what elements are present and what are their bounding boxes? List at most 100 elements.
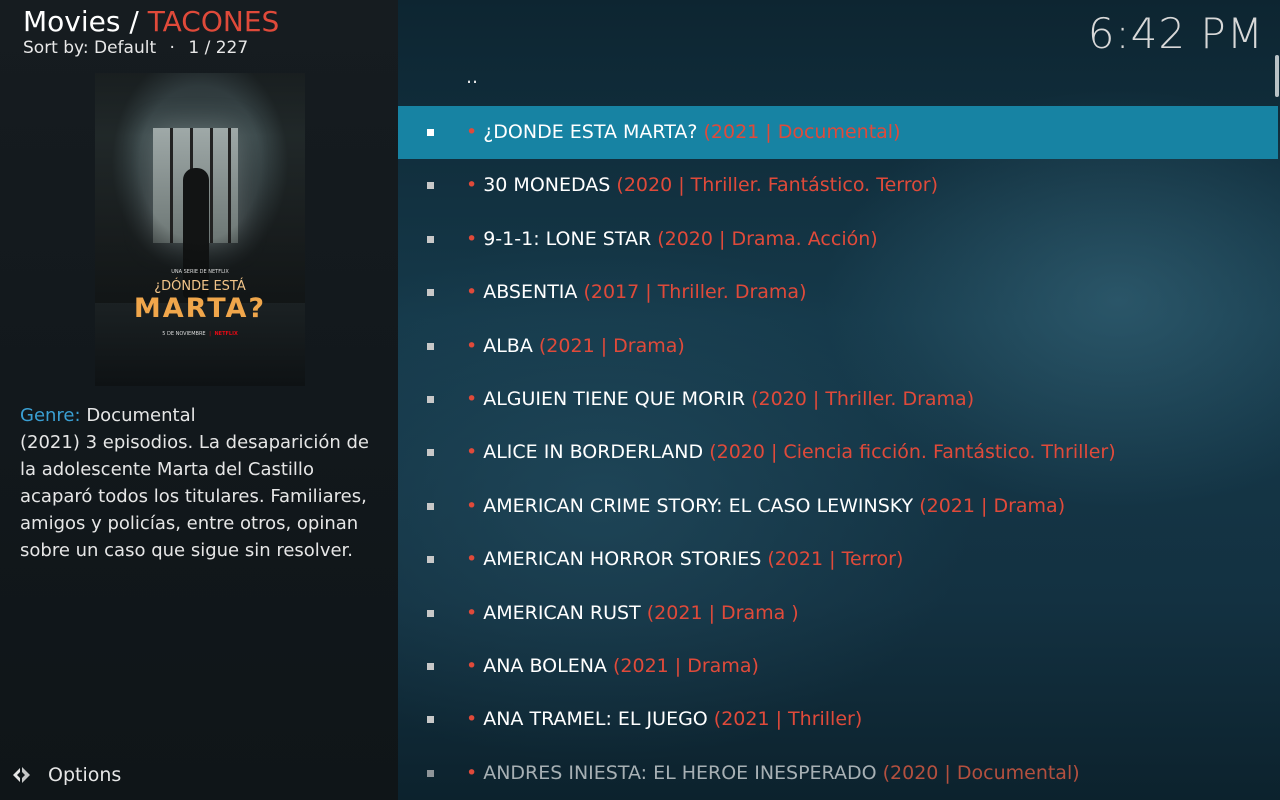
unwatched-indicator-icon xyxy=(427,396,434,403)
list-item[interactable]: • ALBA (2021 | Drama) xyxy=(398,320,1278,373)
sort-label: Sort by: Default xyxy=(23,38,157,58)
list-item-label: • ALICE IN BORDERLAND (2020 | Ciencia fic… xyxy=(466,426,1116,479)
unwatched-indicator-icon xyxy=(427,556,434,564)
options-icon xyxy=(13,767,30,783)
list-item-meta: (2021 | Terror) xyxy=(767,548,904,571)
list-item-label: • 30 MONEDAS (2020 | Thriller. Fantástico… xyxy=(466,159,938,212)
poster-image: UNA SERIE DE NETFLIX ¿DÓNDE ESTÁ MARTA? … xyxy=(95,73,305,386)
unwatched-indicator-icon xyxy=(427,609,434,617)
list-item[interactable]: • AMERICAN HORROR STORIES (2021 | Terror) xyxy=(398,533,1278,586)
list-item-meta: (2020 | Thriller. Fantástico. Terror) xyxy=(616,174,938,197)
unwatched-indicator-icon xyxy=(427,289,434,297)
bullet-dot-icon: • xyxy=(466,121,478,143)
bullet-dot-icon: • xyxy=(466,761,478,784)
sort-status: Sort by: Default · 1 / 227 xyxy=(23,38,248,58)
list-item-meta: (2021 | Drama) xyxy=(538,334,685,357)
list-item-meta: (2020 | Ciencia ficción. Fantástico. Thr… xyxy=(709,441,1116,464)
list-item-title: ALBA xyxy=(483,334,533,357)
list-item-title: ANDRES INIESTA: EL HEROE INESPERADO xyxy=(483,761,877,784)
list-item[interactable]: • ANA TRAMEL: EL JUEGO (2021 | Thriller) xyxy=(398,693,1278,746)
list-item-title: ANA BOLENA xyxy=(483,655,607,677)
genre-label: Genre: xyxy=(20,405,81,426)
list-item-label: • ALBA (2021 | Drama) xyxy=(466,320,685,373)
genre-value: Documental xyxy=(86,405,196,426)
section-name: Movies xyxy=(23,5,121,38)
list-item-label: • 9-1-1: LONE STAR (2020 | Drama. Acción) xyxy=(466,213,878,266)
list-item-title: 9-1-1: LONE STAR xyxy=(483,227,652,250)
bullet-dot-icon: • xyxy=(466,174,478,197)
list-item-title: ANA TRAMEL: EL JUEGO xyxy=(483,708,708,731)
unwatched-indicator-icon xyxy=(427,342,434,350)
list-item[interactable]: • ANDRES INIESTA: EL HEROE INESPERADO (20… xyxy=(398,747,1278,800)
list-item-title: AMERICAN CRIME STORY: EL CASO LEWINSKY xyxy=(483,494,914,517)
options-button[interactable]: Options xyxy=(10,762,121,788)
list-item[interactable]: • AMERICAN RUST (2021 | Drama ) xyxy=(398,587,1278,640)
unwatched-indicator-icon xyxy=(427,449,434,457)
list-item[interactable]: • 9-1-1: LONE STAR (2020 | Drama. Acción) xyxy=(398,213,1278,266)
unwatched-indicator-icon xyxy=(427,769,434,777)
list-item-title: ABSENTIA xyxy=(483,281,578,304)
poster-footer: 5 DE NOVIEMBRE | NETFLIX xyxy=(162,331,238,337)
list-item-meta: (2021 | Drama ) xyxy=(646,601,799,624)
plot-text: (2021) 3 episodios. La desaparición de l… xyxy=(20,432,369,561)
list-item[interactable]: • AMERICAN CRIME STORY: EL CASO LEWINSKY … xyxy=(398,480,1278,533)
folder-name: TACONES xyxy=(147,5,280,38)
unwatched-indicator-icon xyxy=(427,235,434,243)
list-item-meta: (2020 | Drama. Acción) xyxy=(657,227,878,250)
list-item-label: • AMERICAN HORROR STORIES (2021 | Terror) xyxy=(466,533,903,586)
unwatched-indicator-icon xyxy=(427,182,434,190)
list-item-meta: (2021 | Drama) xyxy=(612,655,759,677)
list-item-meta: (2021 | Documental) xyxy=(703,121,901,143)
netflix-logo: NETFLIX xyxy=(214,331,238,337)
poster-title-line1: ¿DÓNDE ESTÁ xyxy=(154,279,246,294)
options-label: Options xyxy=(48,764,122,786)
sort-bullet: · xyxy=(169,38,175,58)
bullet-dot-icon: • xyxy=(466,227,478,250)
list-item[interactable]: • ABSENTIA (2017 | Thriller. Drama) xyxy=(398,266,1278,319)
list-item-meta: (2021 | Thriller) xyxy=(713,708,863,731)
item-info: Genre: Documental (2021) 3 episodios. La… xyxy=(20,402,390,564)
unwatched-indicator-icon xyxy=(427,716,434,724)
bullet-dot-icon: • xyxy=(466,388,478,410)
media-list: • ¿DONDE ESTA MARTA? (2021 | Documental) •… xyxy=(398,0,1280,800)
bullet-dot-icon: • xyxy=(466,655,478,677)
list-item-label: • ABSENTIA (2017 | Thriller. Drama) xyxy=(466,266,806,319)
bullet-dot-icon: • xyxy=(466,334,478,357)
list-item-title: ¿DONDE ESTA MARTA? xyxy=(483,121,698,143)
list-item-meta: (2020 | Documental) xyxy=(882,761,1080,784)
bullet-dot-icon: • xyxy=(466,601,478,624)
list-item[interactable]: • ANA BOLENA (2021 | Drama) xyxy=(398,640,1278,693)
genre-line: Genre: Documental xyxy=(20,402,390,429)
bullet-dot-icon: • xyxy=(466,494,478,517)
bullet-dot-icon: • xyxy=(466,441,478,464)
list-item[interactable]: • ALGUIEN TIENE QUE MORIR (2020 | Thrille… xyxy=(398,373,1278,426)
bullet-dot-icon: • xyxy=(466,548,478,571)
header-title: Movies / TACONES xyxy=(23,6,279,38)
list-item-label: • AMERICAN RUST (2021 | Drama ) xyxy=(466,587,799,640)
list-item-title: AMERICAN HORROR STORIES xyxy=(483,548,762,571)
bullet-dot-icon: • xyxy=(466,708,478,731)
list-item[interactable]: • ALICE IN BORDERLAND (2020 | Ciencia fic… xyxy=(398,426,1278,479)
poster-tagline: UNA SERIE DE NETFLIX xyxy=(171,269,229,275)
list-item-title: AMERICAN RUST xyxy=(483,601,641,624)
unwatched-indicator-icon xyxy=(427,502,434,510)
unwatched-indicator-icon xyxy=(427,663,434,670)
bullet-dot-icon: • xyxy=(466,281,478,304)
poster-title-line2: MARTA? xyxy=(133,293,267,324)
list-item-title: 30 MONEDAS xyxy=(483,174,611,197)
scrollbar-thumb[interactable] xyxy=(1275,55,1279,97)
list-item[interactable]: • ¿DONDE ESTA MARTA? (2021 | Documental) xyxy=(398,106,1278,159)
list-item-label: • ANA TRAMEL: EL JUEGO (2021 | Thriller) xyxy=(466,693,862,746)
unwatched-indicator-icon xyxy=(427,129,434,136)
list-item-title: ALICE IN BORDERLAND xyxy=(483,441,704,464)
list-item[interactable]: • 30 MONEDAS (2020 | Thriller. Fantástico… xyxy=(398,159,1278,212)
list-item-label: • ANDRES INIESTA: EL HEROE INESPERADO (20… xyxy=(466,747,1080,800)
list-item-title: ALGUIEN TIENE QUE MORIR xyxy=(483,388,746,410)
list-item-meta: (2017 | Thriller. Drama) xyxy=(583,281,807,304)
list-item-label: • ALGUIEN TIENE QUE MORIR (2020 | Thrille… xyxy=(466,373,974,426)
breadcrumb-separator: / xyxy=(120,5,148,38)
list-item-label: • AMERICAN CRIME STORY: EL CASO LEWINSKY … xyxy=(466,480,1065,533)
scrollbar[interactable] xyxy=(1274,55,1280,800)
poster-release: 5 DE NOVIEMBRE xyxy=(162,331,206,337)
list-item-label: • ANA BOLENA (2021 | Drama) xyxy=(466,640,759,693)
